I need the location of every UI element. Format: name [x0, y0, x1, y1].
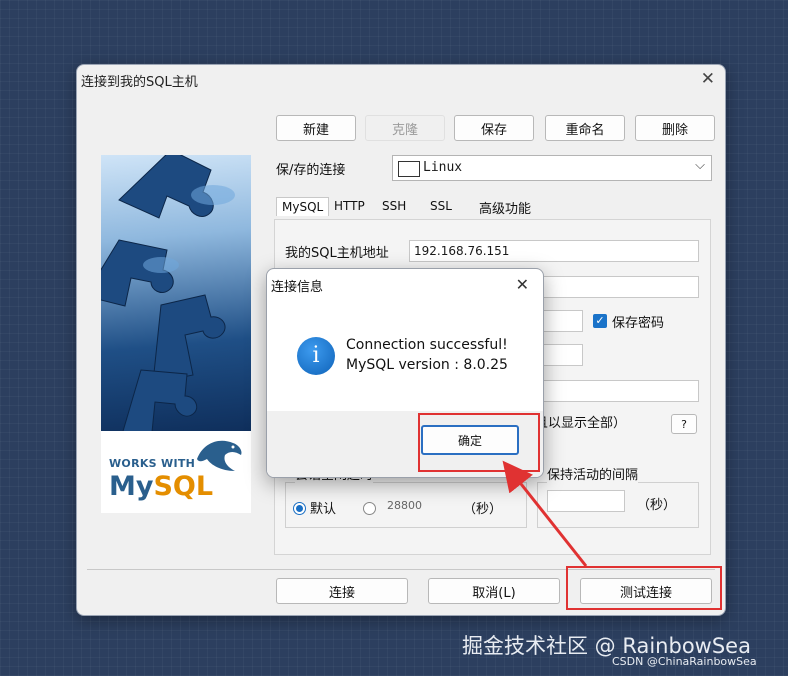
annotation-arrow-icon: [502, 460, 588, 567]
watermark-sub: CSDN @ChinaRainbowSea: [612, 655, 757, 668]
